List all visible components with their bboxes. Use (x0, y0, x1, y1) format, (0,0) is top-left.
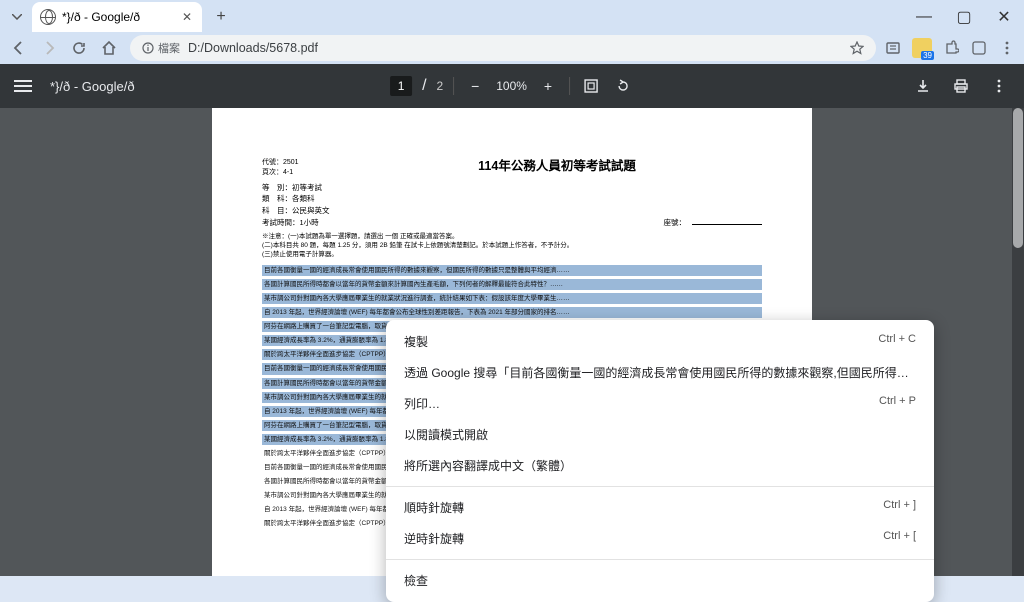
doc-meta-line: 類 科：各類科 (262, 194, 762, 205)
doc-code-line: 代號：2501 (262, 158, 352, 168)
site-info-button[interactable]: 檔案 (142, 40, 180, 56)
page-total: 2 (437, 79, 444, 93)
ctx-separator (386, 559, 934, 560)
doc-code: 代號：2501 頁次：4-1 (262, 158, 352, 182)
selected-text[interactable]: 目前各國衡量一國的經濟成長常會使用國民所得的數據來觀察，但國民所得的數據只是整體… (262, 265, 762, 276)
extensions-button[interactable] (942, 39, 960, 57)
home-button[interactable] (100, 39, 118, 57)
selected-text[interactable]: 各國計算國民所得時都會以當年的貨幣金額來計算國內生產毛額，下列何者的解釋最能符合… (262, 279, 762, 290)
pdf-center-controls: 1 / 2 − 100% + (390, 75, 634, 97)
ctx-separator (386, 486, 934, 487)
ctx-rotate-cw[interactable]: 順時針旋轉 Ctrl + ] (386, 492, 934, 523)
ctx-copy[interactable]: 複製 Ctrl + C (386, 326, 934, 357)
ctx-inspect[interactable]: 檢查 (386, 565, 934, 596)
info-icon (142, 42, 154, 54)
pdf-title: *}/ð - Google/ð (50, 79, 135, 94)
back-button[interactable] (10, 39, 28, 57)
ctx-search-google[interactable]: 透過 Google 搜尋「目前各國衡量一國的經濟成長常會使用國民所得的數據來觀察… (386, 357, 934, 388)
globe-icon (40, 9, 56, 25)
new-tab-button[interactable]: + (208, 4, 234, 30)
toolbar-separator (453, 77, 454, 95)
doc-code-line: 頁次：4-1 (262, 168, 352, 178)
extension-area: 39 (884, 38, 1018, 58)
window-close-button[interactable]: ✕ (984, 0, 1024, 34)
window-maximize-button[interactable]: ▢ (944, 0, 984, 34)
browser-menu-button[interactable] (998, 39, 1016, 57)
doc-meta-line: 考試時間：1小時 (262, 218, 664, 229)
scrollbar-thumb[interactable] (1013, 108, 1023, 248)
doc-meta-line: 科 目：公民與英文 (262, 206, 762, 217)
browser-tab[interactable]: *}/ð - Google/ð ✕ (32, 2, 202, 32)
zoom-value: 100% (496, 79, 527, 93)
window-controls: — ▢ ✕ (904, 0, 1024, 34)
download-button[interactable] (912, 75, 934, 97)
pdf-right-controls (912, 75, 1010, 97)
browser-chrome: *}/ð - Google/ð ✕ + — ▢ ✕ (0, 0, 1024, 64)
extension-badge[interactable]: 39 (912, 38, 932, 58)
print-button[interactable] (950, 75, 972, 97)
ctx-rotate-ccw[interactable]: 逆時針旋轉 Ctrl + [ (386, 523, 934, 554)
pdf-more-button[interactable] (988, 75, 1010, 97)
address-bar: 檔案 D:/Downloads/5678.pdf 39 (0, 34, 1024, 64)
toolbar-separator (569, 77, 570, 95)
bookmark-star-button[interactable] (850, 41, 864, 55)
forward-button[interactable] (40, 39, 58, 57)
rotate-button[interactable] (612, 75, 634, 97)
context-menu: 複製 Ctrl + C 透過 Google 搜尋「目前各國衡量一國的經濟成長常會… (386, 320, 934, 602)
ctx-print[interactable]: 列印… Ctrl + P (386, 388, 934, 419)
omnibox[interactable]: 檔案 D:/Downloads/5678.pdf (130, 35, 876, 61)
tabs-dropdown-button[interactable] (6, 6, 28, 28)
ctx-reader-mode[interactable]: 以閱讀模式開啟 (386, 419, 934, 450)
zoom-in-button[interactable]: + (537, 75, 559, 97)
selected-text[interactable]: 自 2013 年起，世界經濟論壇 (WEF) 每年都會公布全球性別差距報告，下表… (262, 307, 762, 318)
site-info-label: 檔案 (158, 40, 180, 56)
scrollbar-track[interactable] (1012, 108, 1024, 576)
page-number-input[interactable]: 1 (390, 76, 412, 96)
window-minimize-button[interactable]: — (904, 0, 944, 34)
doc-notes: ※注意：(一)本試題為單一選擇題，請選出 一個 正確或最適當答案。 (二)本科目… (262, 232, 762, 259)
pdf-menu-button[interactable] (14, 80, 32, 92)
tab-title: *}/ð - Google/ð (62, 10, 140, 24)
ctx-translate[interactable]: 將所選內容翻譯成中文（繁體） (386, 450, 934, 481)
doc-title: 114年公務人員初等考試試題 (352, 158, 762, 182)
url-text: D:/Downloads/5678.pdf (188, 41, 318, 55)
page-separator: / (422, 77, 426, 95)
nav-buttons (6, 39, 122, 57)
reader-mode-icon[interactable] (884, 39, 902, 57)
tab-close-button[interactable]: ✕ (180, 10, 194, 24)
zoom-out-button[interactable]: − (464, 75, 486, 97)
doc-meta-line: 等 別：初等考試 (262, 183, 762, 194)
selected-text[interactable]: 某市調公司針對國內各大學應屆畢業生的就業狀況進行調查，統計結果如下表：假設該年度… (262, 293, 762, 304)
seat-label: 座號： (664, 218, 763, 229)
fit-page-button[interactable] (580, 75, 602, 97)
profile-icon[interactable] (970, 39, 988, 57)
reload-button[interactable] (70, 39, 88, 57)
extension-badge-count: 39 (921, 51, 934, 60)
tab-bar: *}/ð - Google/ð ✕ + — ▢ ✕ (0, 0, 1024, 34)
pdf-toolbar: *}/ð - Google/ð 1 / 2 − 100% + (0, 64, 1024, 108)
